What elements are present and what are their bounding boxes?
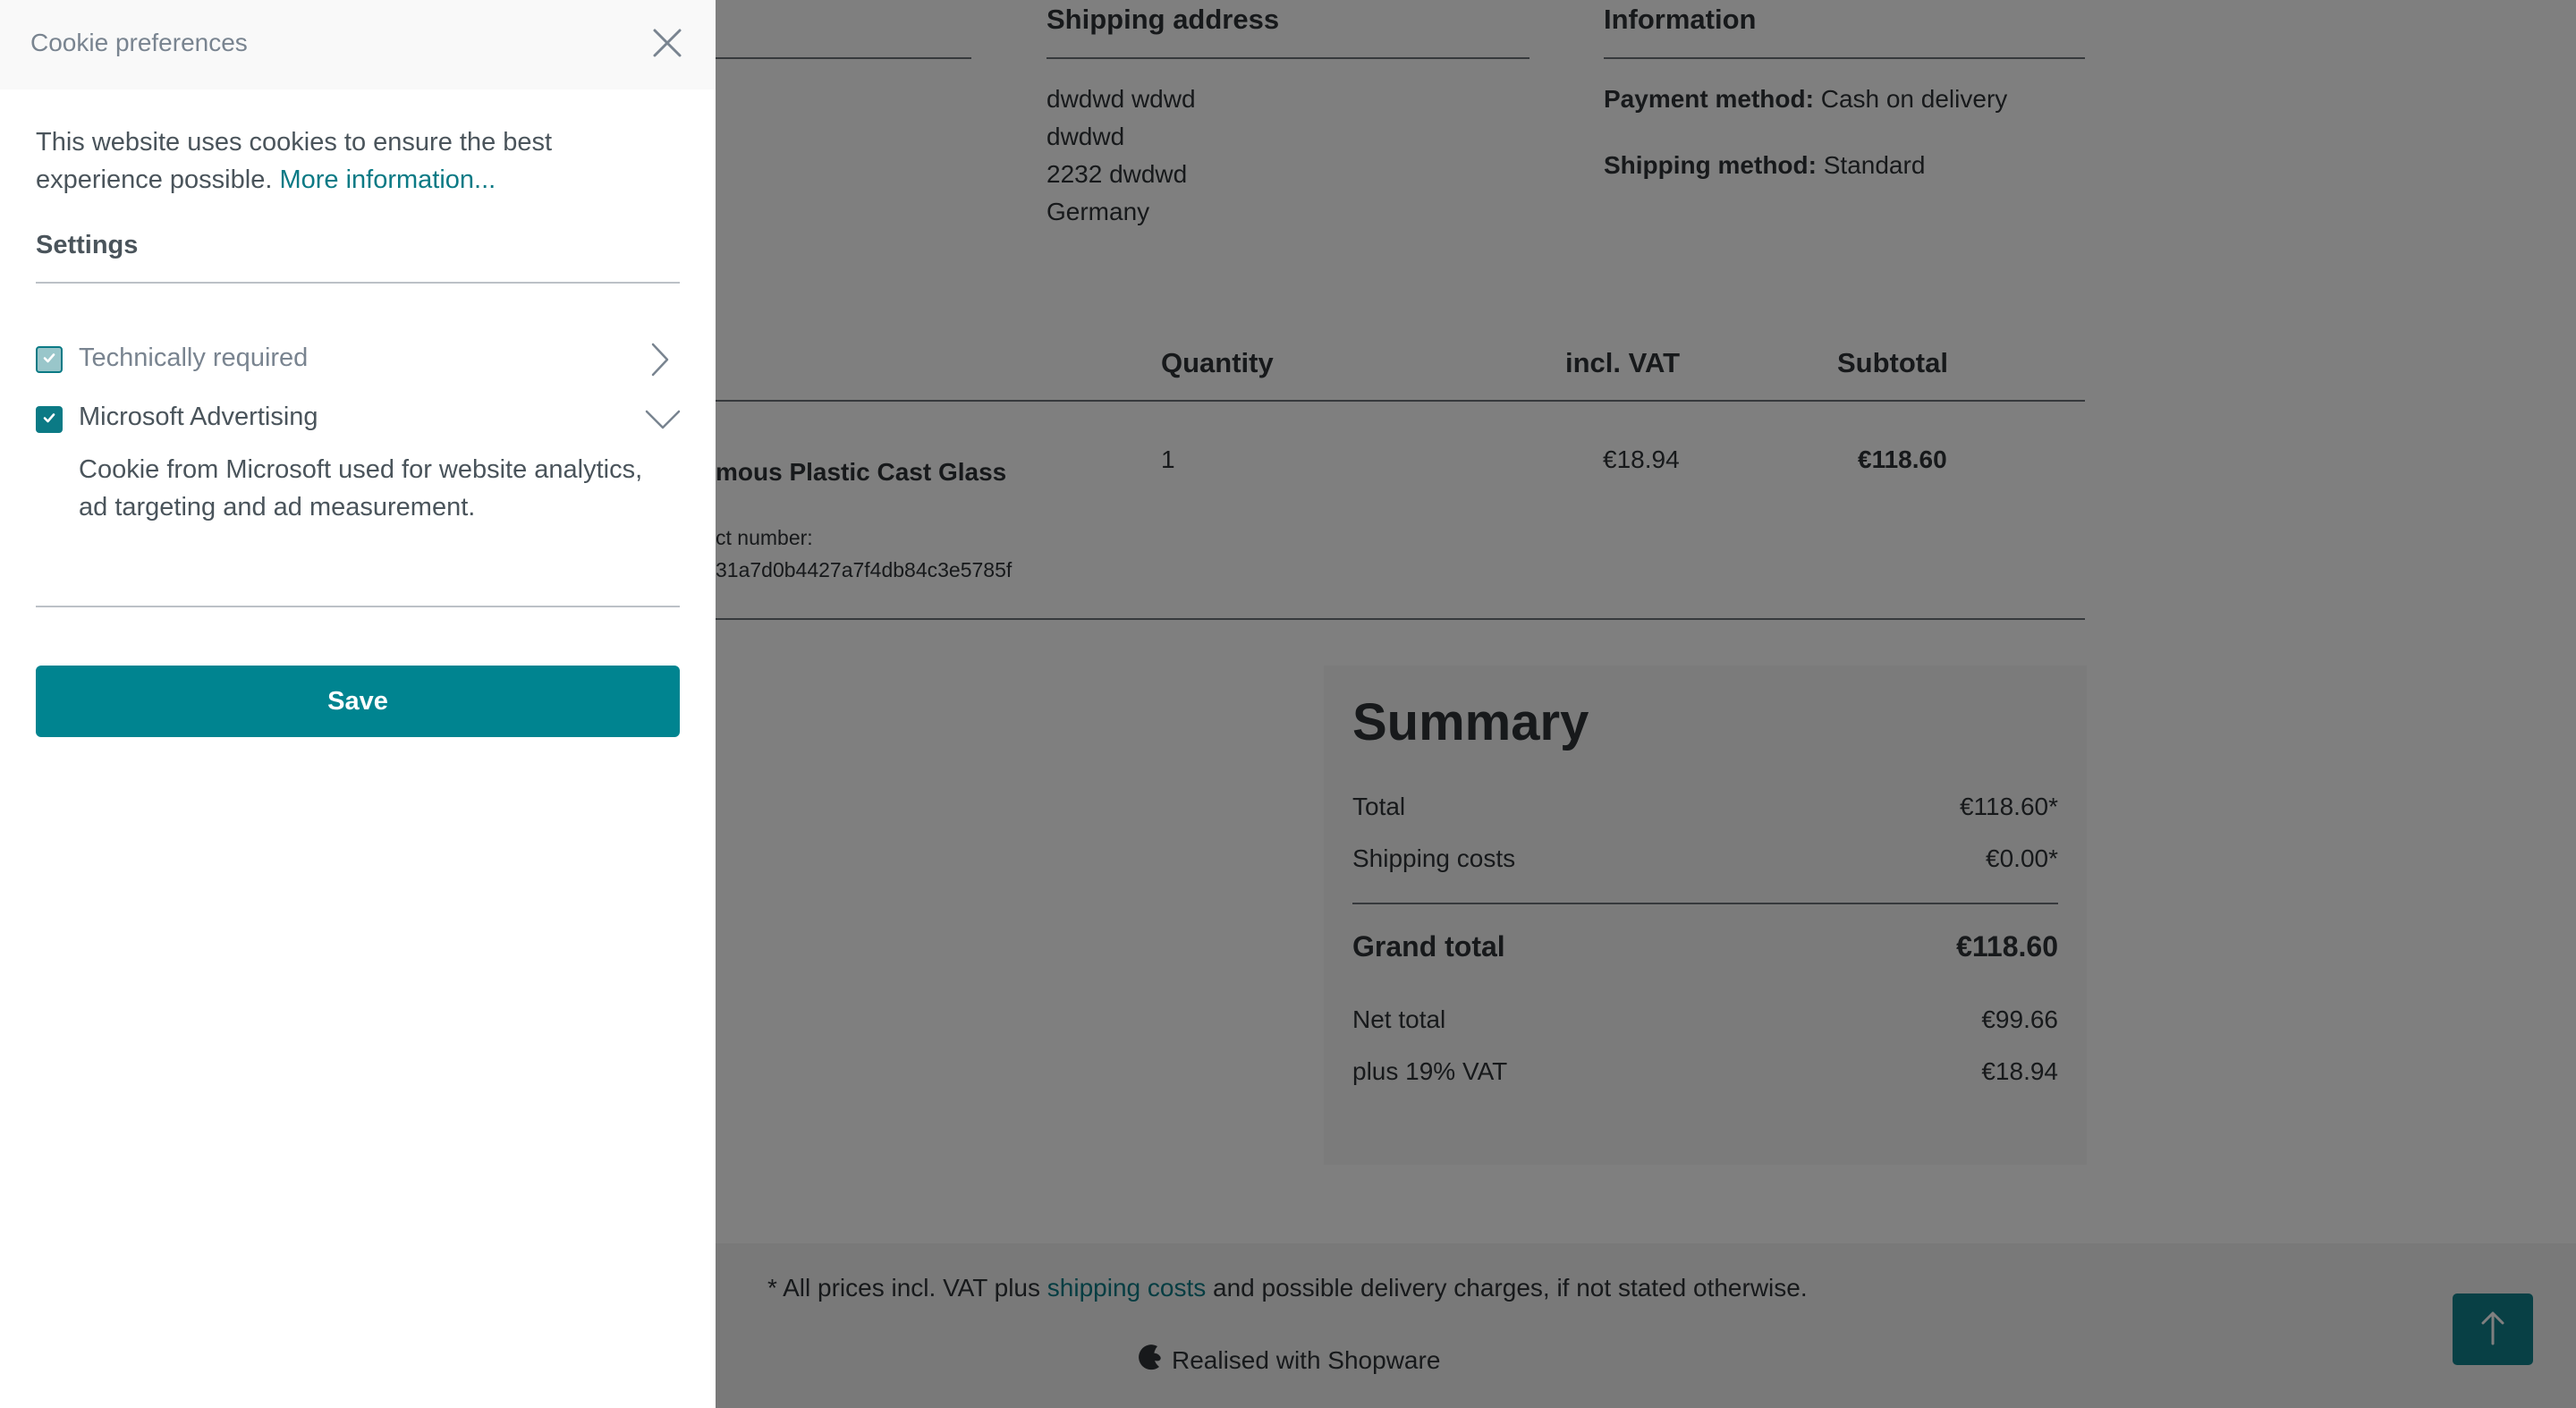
- close-icon: [649, 29, 685, 64]
- technically-required-label: Technically required: [79, 344, 309, 372]
- expand-technically-required-toggle[interactable]: [646, 342, 673, 382]
- chevron-right-icon: [646, 343, 673, 381]
- close-button[interactable]: [649, 25, 685, 61]
- checkmark-icon: [41, 350, 57, 370]
- microsoft-advertising-label[interactable]: Microsoft Advertising: [79, 403, 318, 432]
- technically-required-checkbox: [36, 346, 63, 373]
- groups-divider: [36, 606, 680, 607]
- save-button[interactable]: Save: [36, 666, 680, 737]
- settings-heading: Settings: [36, 231, 139, 259]
- panel-title: Cookie preferences: [30, 29, 248, 56]
- checkmark-icon: [41, 410, 57, 430]
- microsoft-advertising-checkbox[interactable]: [36, 406, 63, 433]
- cookie-preferences-panel: Cookie preferences This website uses coo…: [0, 0, 716, 1408]
- settings-divider: [36, 282, 680, 284]
- microsoft-advertising-description: Cookie from Microsoft used for website a…: [79, 455, 643, 522]
- more-information-link[interactable]: More information...: [279, 165, 496, 194]
- collapse-microsoft-advertising-toggle[interactable]: [644, 408, 682, 436]
- panel-header: Cookie preferences: [0, 0, 716, 89]
- cookie-intro: This website uses cookies to ensure the …: [36, 123, 680, 199]
- chevron-down-icon: [644, 410, 682, 435]
